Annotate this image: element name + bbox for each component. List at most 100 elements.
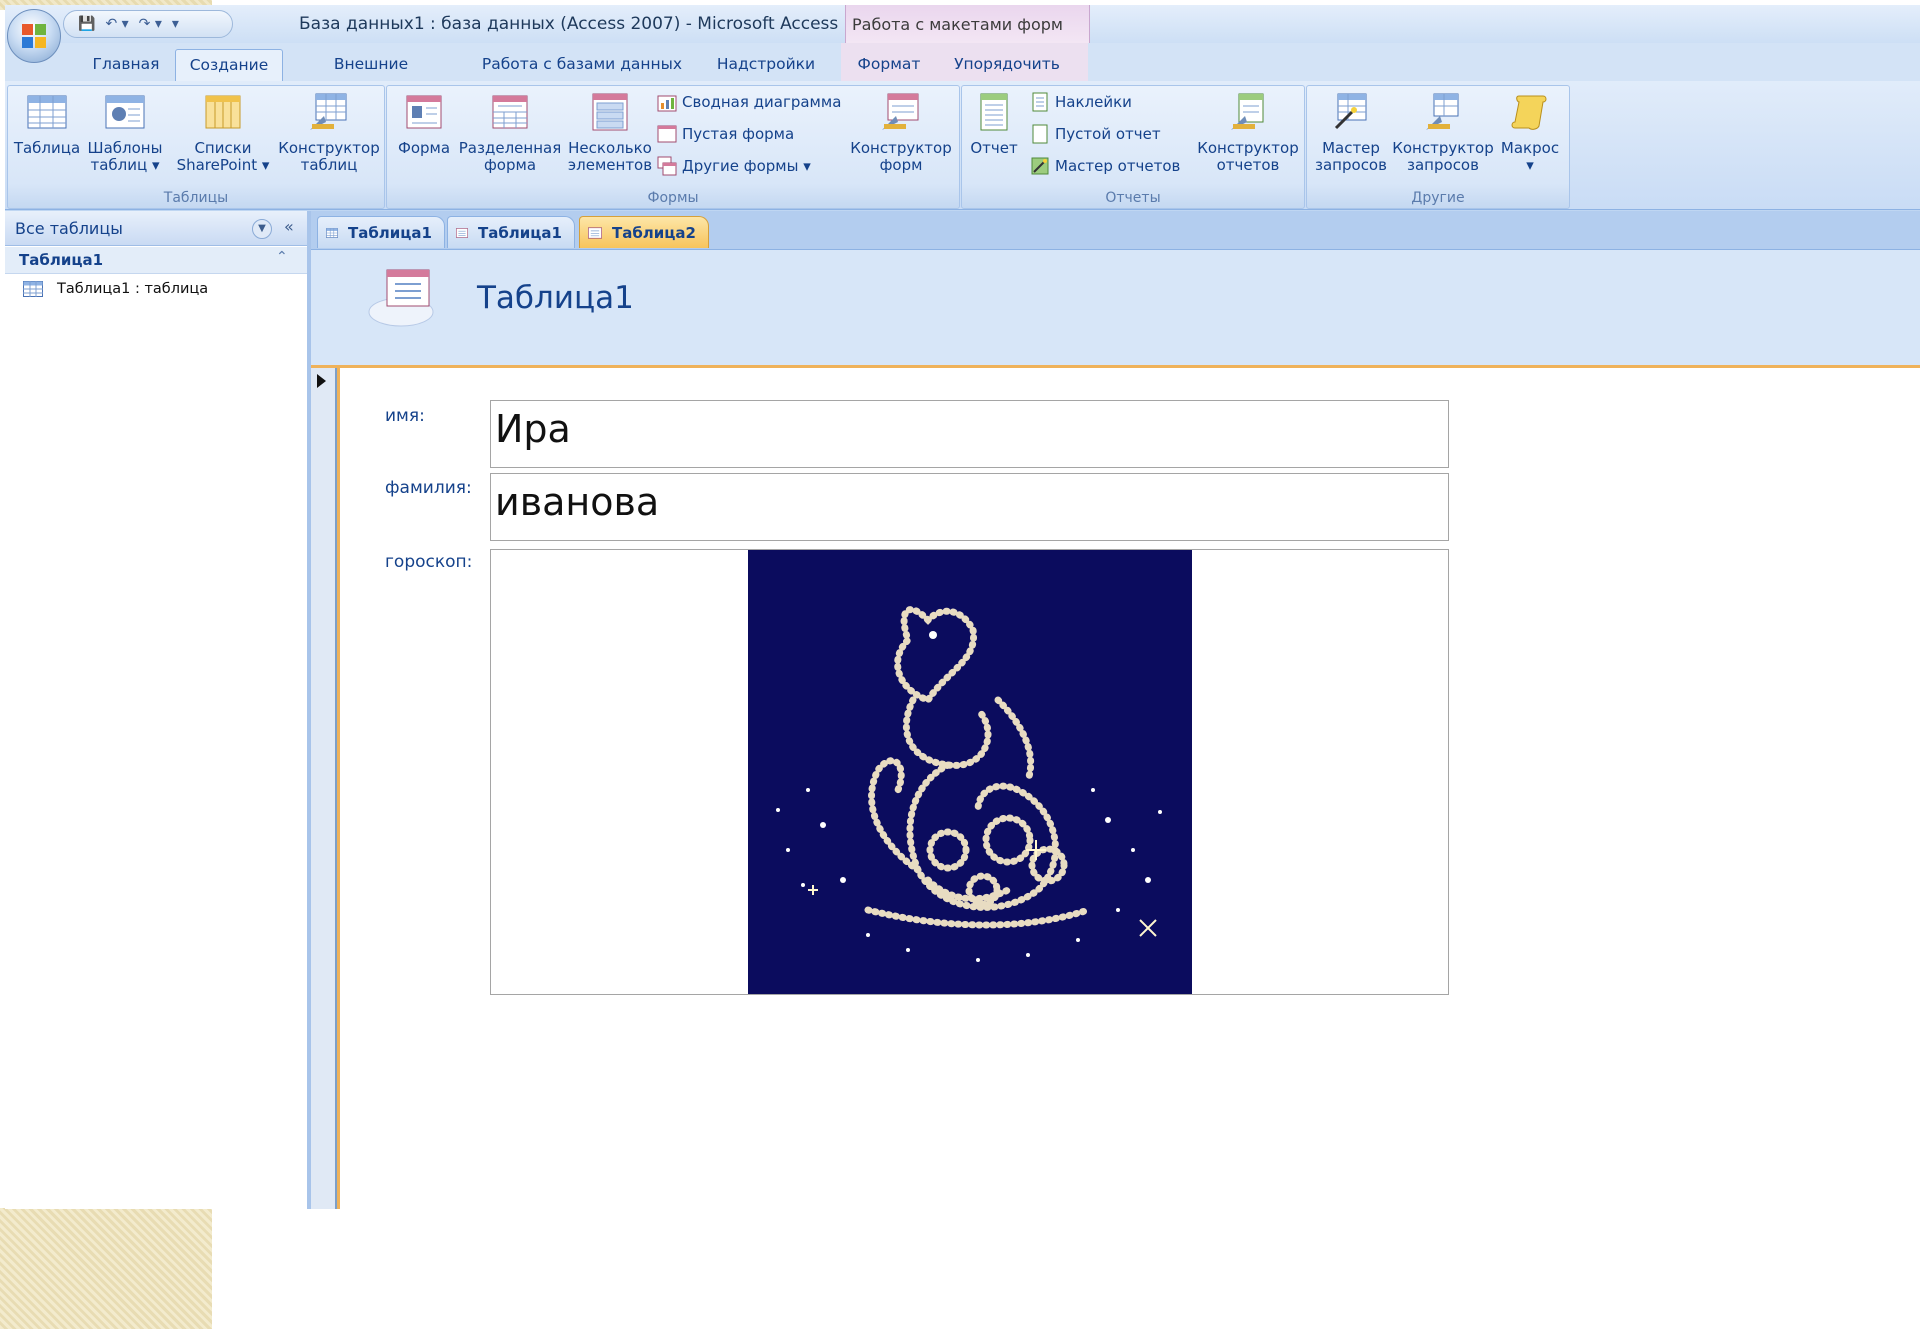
tab-create[interactable]: Создание — [175, 49, 283, 82]
blank-form-button[interactable]: Пустая форма — [657, 124, 794, 144]
surname-label: фамилия: — [385, 478, 472, 498]
sharepoint-lists-button[interactable]: Списки SharePoint ▾ — [170, 92, 276, 174]
group-other: Мастер запросов Конструктор запросов Мак… — [1306, 85, 1570, 209]
report-button[interactable]: Отчет — [966, 92, 1022, 157]
query-wizard-label-1: Мастер — [1322, 139, 1380, 157]
query-wizard-button[interactable]: Мастер запросов — [1311, 92, 1391, 174]
quick-access-toolbar: 💾 ↶ ▾ ↷ ▾ ▾ — [63, 10, 233, 38]
ribbon: Таблица Шаблоны таблиц ▾ Списки SharePoi… — [5, 81, 1920, 210]
table-designer-icon — [310, 93, 347, 130]
tab-external-data[interactable]: Внешние данные — [301, 49, 441, 103]
context-tab-group: Работа с макетами форм — [845, 5, 1090, 43]
customize-qat-icon[interactable]: ▾ — [172, 16, 179, 32]
query-designer-button[interactable]: Конструктор запросов — [1391, 92, 1495, 174]
doc-tab-table1[interactable]: Таблица1 — [317, 216, 445, 248]
nav-header-title: Все таблицы — [15, 219, 123, 238]
form-designer-label-1: Конструктор — [850, 139, 952, 157]
form-icon — [456, 227, 468, 238]
macro-button[interactable]: Макрос ▾ — [1497, 92, 1563, 174]
background-pattern-bottom — [0, 1208, 212, 1329]
report-designer-label-2: отчетов — [1216, 156, 1280, 174]
report-designer-label-1: Конструктор — [1197, 139, 1299, 157]
nav-group-header[interactable]: Таблица1 ⌃ — [5, 247, 307, 274]
table-icon — [23, 281, 43, 297]
horoscope-label: гороскоп: — [385, 552, 473, 572]
ribbon-tabs: Главная Создание Внешние данные Работа с… — [5, 43, 1920, 103]
horoscope-image-field[interactable] — [490, 549, 1449, 995]
horoscope-picture — [748, 550, 1192, 994]
title-bar: 💾 ↶ ▾ ↷ ▾ ▾ База данных1 : база данных (… — [5, 5, 1920, 43]
report-designer-icon — [1231, 93, 1264, 130]
name-field[interactable]: Ира — [490, 400, 1449, 468]
form-designer-icon — [882, 93, 919, 130]
window-title: База данных1 : база данных (Access 2007)… — [299, 14, 839, 34]
doc-tab-label: Таблица1 — [477, 223, 562, 242]
split-form-label-1: Разделенная — [458, 139, 562, 157]
pivot-chart-label: Сводная диаграмма — [682, 93, 842, 111]
tab-arrange[interactable]: Упорядочить — [947, 49, 1067, 81]
table-templates-button[interactable]: Шаблоны таблиц ▾ — [84, 92, 166, 174]
undo-icon[interactable]: ↶ ▾ — [105, 16, 128, 32]
tab-database-tools[interactable]: Работа с базами данных — [479, 49, 685, 81]
save-icon[interactable]: 💾 — [78, 16, 95, 32]
report-wizard-button[interactable]: Мастер отчетов — [1030, 156, 1180, 176]
record-selector[interactable] — [311, 368, 337, 1209]
table-designer-label-1: Конструктор — [278, 139, 380, 157]
report-designer-button[interactable]: Конструктор отчетов — [1196, 92, 1300, 174]
nav-header[interactable]: Все таблицы ▼ « — [5, 211, 307, 246]
table-designer-label-2: таблиц — [300, 156, 358, 174]
surname-field-value: иванова — [495, 480, 660, 524]
rhinestone-dragon-image — [748, 550, 1192, 994]
tab-addins[interactable]: Надстройки — [711, 49, 821, 81]
multiple-items-button[interactable]: Несколько элементов — [563, 92, 657, 174]
tab-home[interactable]: Главная — [83, 49, 169, 81]
multiple-items-label-1: Несколько — [568, 139, 652, 157]
macro-dropdown-icon: ▾ — [1526, 156, 1534, 174]
labels-icon — [1032, 92, 1048, 112]
document-area: Таблица1 Таблица1 Таблица2 Таблица1 имя:… — [311, 211, 1920, 1209]
query-designer-label-1: Конструктор — [1392, 139, 1494, 157]
form-button[interactable]: Форма — [391, 92, 457, 157]
query-designer-label-2: запросов — [1407, 156, 1479, 174]
office-button[interactable] — [7, 9, 61, 63]
nav-menu-dropdown-icon[interactable]: ▼ — [252, 219, 272, 239]
table-templates-icon — [105, 95, 145, 129]
nav-group-collapse-icon[interactable]: ⌃ — [276, 249, 288, 265]
query-wizard-icon — [1334, 93, 1367, 130]
table-icon — [27, 95, 67, 129]
form-border-left — [337, 368, 340, 1209]
table-button[interactable]: Таблица — [12, 92, 82, 157]
form-icon — [406, 95, 442, 129]
nav-collapse-icon[interactable]: « — [284, 217, 294, 236]
more-forms-label: Другие формы ▾ — [682, 157, 811, 175]
split-form-button[interactable]: Разделенная форма — [457, 92, 563, 174]
query-designer-icon — [1426, 93, 1459, 130]
pivot-chart-icon — [657, 95, 677, 112]
blank-form-icon — [657, 125, 677, 143]
nav-item-table[interactable]: Таблица1 : таблица — [23, 281, 208, 297]
table-icon — [326, 227, 338, 238]
doc-tab-table1-form[interactable]: Таблица1 — [447, 216, 575, 248]
macro-scroll-icon — [1511, 95, 1547, 130]
group-reports: Отчет Наклейки Пустой отчет Мастер отчет… — [961, 85, 1305, 209]
split-form-label-2: форма — [483, 156, 537, 174]
tab-format[interactable]: Формат — [851, 49, 927, 81]
blank-report-button[interactable]: Пустой отчет — [1030, 124, 1161, 144]
form-designer-button[interactable]: Конструктор форм — [847, 92, 955, 174]
form-header: Таблица1 — [311, 250, 1920, 365]
pivot-chart-button[interactable]: Сводная диаграмма — [657, 92, 841, 112]
access-window: 💾 ↶ ▾ ↷ ▾ ▾ База данных1 : база данных (… — [5, 5, 1920, 1209]
more-forms-button[interactable]: Другие формы ▾ — [657, 156, 811, 176]
surname-field[interactable]: иванова — [490, 473, 1449, 541]
redo-icon[interactable]: ↷ ▾ — [139, 16, 162, 32]
doc-tab-label: Таблица1 — [347, 223, 432, 242]
report-wizard-label: Мастер отчетов — [1055, 157, 1181, 175]
sharepoint-lists-label-2: SharePoint ▾ — [176, 156, 270, 174]
nav-item-label: Таблица1 : таблица — [57, 281, 209, 297]
table-templates-label-1: Шаблоны — [87, 139, 163, 157]
query-wizard-label-2: запросов — [1315, 156, 1387, 174]
table-designer-button[interactable]: Конструктор таблиц — [276, 92, 382, 174]
labels-button[interactable]: Наклейки — [1030, 92, 1132, 112]
form-body: имя: Ира фамилия: иванова гороскоп: — [311, 365, 1920, 1209]
doc-tab-table2-form[interactable]: Таблица2 — [579, 216, 709, 248]
